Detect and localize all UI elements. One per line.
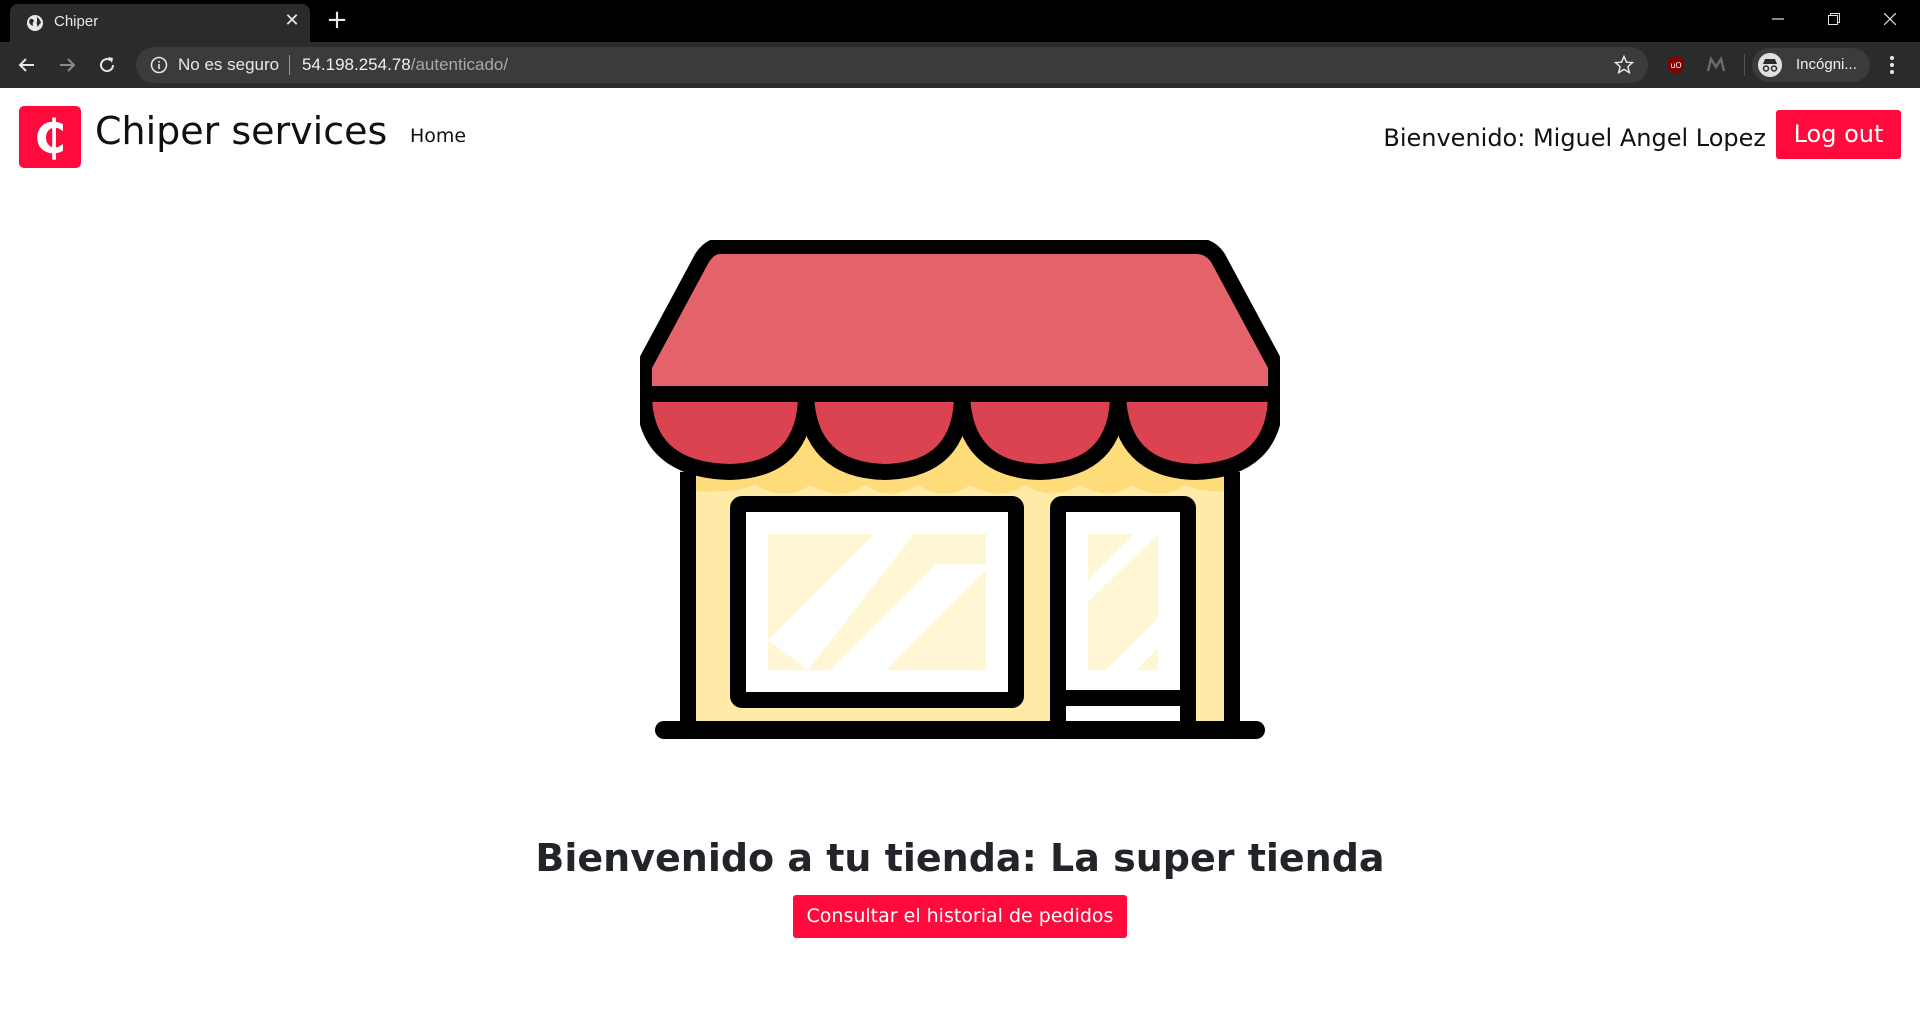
extension-m-icon[interactable] xyxy=(1706,55,1726,75)
url-text[interactable]: 54.198.254.78/autenticado/ xyxy=(302,55,508,75)
omnibox-divider xyxy=(289,55,290,75)
browser-tab-strip: Chiper ✕ + xyxy=(0,0,1920,42)
awning-top xyxy=(640,240,1280,402)
not-secure-label: No es seguro xyxy=(178,55,280,74)
store-welcome-title: Bienvenido a tu tienda: La super tienda xyxy=(535,836,1385,880)
globe-icon xyxy=(27,15,43,31)
address-bar[interactable]: No es seguro 54.198.254.78/autenticado/ xyxy=(136,47,1648,83)
incognito-label: Incógni... xyxy=(1796,56,1857,73)
bookmark-star-icon[interactable] xyxy=(1614,55,1634,75)
incognito-profile-button[interactable]: Incógni... xyxy=(1752,48,1870,82)
tab-close-icon[interactable]: ✕ xyxy=(282,11,302,31)
svg-text:uO: uO xyxy=(1670,61,1681,70)
url-path: /autenticado/ xyxy=(410,55,509,74)
logo-glyph: ₵ xyxy=(33,110,66,164)
restore-icon[interactable] xyxy=(1806,0,1862,38)
reload-icon[interactable] xyxy=(91,49,123,81)
incognito-icon xyxy=(1758,53,1782,77)
tab-title: Chiper xyxy=(54,13,99,30)
nav-link-home[interactable]: Home xyxy=(410,125,466,147)
site-navbar: ₵ Chiper services Home Bienvenido: Migue… xyxy=(0,88,1920,178)
browser-tab[interactable]: Chiper ✕ xyxy=(10,4,310,42)
back-arrow-icon[interactable] xyxy=(11,49,43,81)
ublock-extension-icon[interactable]: uO xyxy=(1666,55,1686,75)
chiper-logo[interactable]: ₵ xyxy=(19,106,81,168)
logout-button[interactable]: Log out xyxy=(1776,110,1901,159)
more-menu-icon[interactable] xyxy=(1882,54,1902,76)
forward-arrow-icon[interactable] xyxy=(51,49,83,81)
new-tab-icon[interactable]: + xyxy=(322,6,352,36)
url-host: 54.198.254.78 xyxy=(302,55,411,74)
info-icon[interactable] xyxy=(150,56,168,74)
order-history-button[interactable]: Consultar el historial de pedidos xyxy=(793,895,1127,938)
minimize-icon[interactable] xyxy=(1750,0,1806,38)
store-illustration xyxy=(640,240,1280,739)
brand-name[interactable]: Chiper services xyxy=(95,109,387,153)
close-window-icon[interactable] xyxy=(1862,0,1918,38)
welcome-user-label: Bienvenido: Miguel Angel Lopez xyxy=(1383,124,1766,152)
browser-toolbar: No es seguro 54.198.254.78/autenticado/ … xyxy=(0,42,1920,88)
toolbar-divider xyxy=(1744,54,1745,76)
